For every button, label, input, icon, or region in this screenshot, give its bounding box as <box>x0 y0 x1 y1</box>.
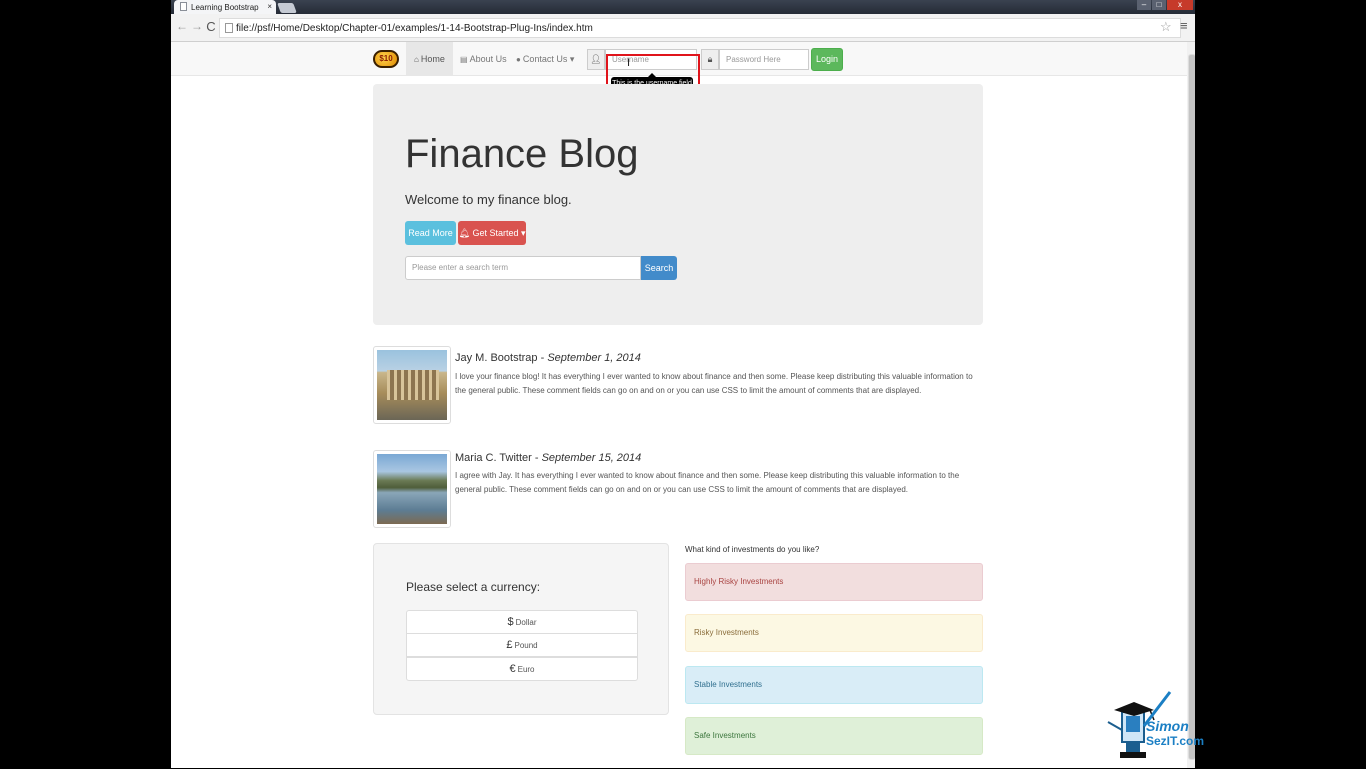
pound-icon: £ <box>506 639 513 651</box>
comment-date: September 15, 2014 <box>541 452 642 464</box>
new-tab-button[interactable] <box>277 3 297 13</box>
comment-heading: Maria C. Twitter - September 15, 2014 <box>455 452 642 464</box>
comment-author: Jay M. Bootstrap <box>455 352 538 364</box>
nav-item-label: Contact Us <box>522 54 568 64</box>
page-icon <box>225 23 233 33</box>
tab-title: Learning Bootstrap <box>191 3 259 12</box>
investment-option-risky[interactable]: Risky Investments <box>685 614 983 652</box>
currency-label: Euro <box>517 665 535 674</box>
jumbotron: Finance Blog Welcome to my finance blog.… <box>373 84 983 325</box>
comment-item: Jay M. Bootstrap - September 1, 2014 I l… <box>373 346 985 426</box>
browser-tab[interactable]: Learning Bootstrap × <box>174 0 276 14</box>
dollar-icon: $ <box>507 616 514 628</box>
investment-option-stable[interactable]: Stable Investments <box>685 666 983 704</box>
url-text: file://psf/Home/Desktop/Chapter-01/examp… <box>236 23 593 34</box>
get-started-label: Get Started <box>472 228 519 238</box>
bookmark-star-icon[interactable]: ☆ <box>1160 19 1172 35</box>
nav-item-contact-us[interactable]: ● Contact Us ▾ <box>508 42 582 76</box>
watermark-text: Simon <box>1146 718 1189 734</box>
scrollbar-thumb[interactable] <box>1188 54 1195 760</box>
watermark-subtext: SezIT.com <box>1146 734 1205 748</box>
password-input[interactable]: Password Here <box>719 49 809 70</box>
brand-logo[interactable]: $10 <box>373 50 399 68</box>
page-viewport: $10 ⌂ Home ▤ About Us ● Contact Us ▾ 👤︎ Use… <box>171 42 1187 768</box>
login-button[interactable]: Login <box>811 48 843 71</box>
currency-option-pound[interactable]: £ Pound <box>406 633 638 657</box>
read-more-button[interactable]: Read More <box>405 221 456 245</box>
currency-option-dollar[interactable]: $ Dollar <box>406 610 638 634</box>
browser-window: Learning Bootstrap × – □ x ← → C file://… <box>171 0 1195 768</box>
maximize-button[interactable]: □ <box>1152 0 1166 10</box>
user-icon: 👤︎ <box>587 49 605 70</box>
currency-label: Dollar <box>515 618 537 627</box>
search-button[interactable]: Search <box>641 256 677 280</box>
comment-item: Maria C. Twitter - September 15, 2014 I … <box>373 450 985 530</box>
back-arrow-icon[interactable]: ← <box>175 19 189 33</box>
simonsezit-watermark-logo: Simon SezIT.com <box>1100 686 1204 764</box>
tab-close-icon[interactable]: × <box>267 2 272 11</box>
currency-label: Pound <box>514 641 538 650</box>
text-cursor-icon: I <box>627 57 631 69</box>
comment-heading: Jay M. Bootstrap - September 1, 2014 <box>455 352 641 364</box>
close-window-button[interactable]: x <box>1167 0 1193 10</box>
browser-toolbar: ← → C file://psf/Home/Desktop/Chapter-01… <box>171 14 1195 42</box>
page-scrollbar[interactable] <box>1187 42 1195 768</box>
minimize-button[interactable]: – <box>1137 0 1151 10</box>
page-icon <box>180 2 187 11</box>
currency-heading: Please select a currency: <box>406 580 541 594</box>
chevron-down-icon: ▾ <box>520 228 526 238</box>
comment-author: Maria C. Twitter <box>455 452 532 464</box>
nav-item-about-us[interactable]: ▤ About Us <box>452 42 515 76</box>
investment-option-highly-risky[interactable]: Highly Risky Investments <box>685 563 983 601</box>
page-lead: Welcome to my finance blog. <box>405 192 572 207</box>
book-icon: ▤ <box>460 55 468 64</box>
investment-question: What kind of investments do you like? <box>685 545 820 554</box>
home-icon: ⌂ <box>414 55 419 64</box>
reload-icon[interactable]: C <box>204 19 218 34</box>
comment-thumbnail-image <box>373 346 451 424</box>
search-input[interactable]: Please enter a search term <box>405 256 641 280</box>
currency-option-euro[interactable]: € Euro <box>406 657 638 681</box>
investment-option-safe[interactable]: Safe Investments <box>685 717 983 755</box>
address-bar[interactable]: file://psf/Home/Desktop/Chapter-01/examp… <box>219 18 1181 38</box>
page-title: Finance Blog <box>405 132 639 176</box>
question-circle-icon: ● <box>516 55 521 64</box>
euro-icon: € <box>509 663 516 675</box>
comment-body: I agree with Jay. It has everything I ev… <box>455 471 960 494</box>
bell-icon: 🔔︎ <box>458 228 470 238</box>
tab-strip: Learning Bootstrap × – □ x <box>171 0 1195 14</box>
currency-panel: Please select a currency: $ Dollar £ Pound… <box>373 543 669 715</box>
chevron-down-icon: ▾ <box>569 54 575 64</box>
nav-item-label: About Us <box>469 54 507 64</box>
comment-body: I love your finance blog! It has everyth… <box>455 372 973 395</box>
lock-icon: 🔒︎ <box>701 49 719 70</box>
forward-arrow-icon[interactable]: → <box>190 19 204 33</box>
menu-icon[interactable]: ≡ <box>1180 18 1188 33</box>
screen: Learning Bootstrap × – □ x ← → C file://… <box>0 0 1366 768</box>
comment-thumbnail-image <box>373 450 451 528</box>
comment-date: September 1, 2014 <box>547 352 641 364</box>
nav-item-label: Home <box>420 54 445 64</box>
nav-item-home[interactable]: ⌂ Home <box>406 42 453 76</box>
get-started-button[interactable]: 🔔︎ Get Started ▾ <box>458 221 526 245</box>
